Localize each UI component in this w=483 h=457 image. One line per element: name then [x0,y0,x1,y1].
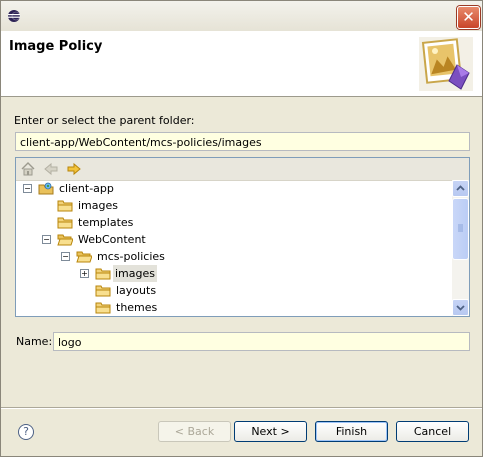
tree-item-client-app[interactable]: − client-app [16,180,452,197]
name-label: Name: [16,335,53,348]
folder-icon [57,200,73,212]
vertical-scrollbar[interactable] [452,180,469,316]
expand-toggle[interactable]: + [80,269,89,278]
tree-item-templates[interactable]: templates [16,214,452,231]
tree-item-label: WebContent [78,233,146,246]
chevron-down-icon [456,305,465,311]
folder-icon [95,285,111,297]
scroll-up-button[interactable] [452,180,469,197]
folder-open-icon [57,234,73,246]
scroll-down-button[interactable] [452,299,469,316]
back-icon[interactable] [43,161,59,177]
parent-folder-label: Enter or select the parent folder: [14,114,195,127]
cancel-button[interactable]: Cancel [396,421,469,442]
collapse-toggle[interactable]: − [61,252,70,261]
tree-item-label: mcs-policies [97,250,165,263]
collapse-toggle[interactable]: − [42,235,51,244]
folder-icon [95,302,111,314]
folder-open-icon [76,251,92,263]
page-title: Image Policy [9,39,103,54]
chevron-up-icon [456,185,465,191]
button-bar-separator [1,407,482,409]
tree-toolbar [16,158,469,181]
folder-icon [95,268,111,280]
close-button[interactable]: ✕ [457,6,480,29]
scroll-thumb[interactable] [452,198,469,260]
back-button[interactable]: < Back [158,421,231,442]
tree-view: − client-app images templates − WebConte… [16,180,452,316]
tree-item-label: layouts [116,284,157,297]
eclipse-icon [8,10,21,22]
tree-item-label: images [78,199,118,212]
tree-item-layouts[interactable]: layouts [16,282,452,299]
tree-item-label: client-app [59,182,114,195]
name-field[interactable]: logo [53,332,470,351]
forward-icon[interactable] [66,161,82,177]
grip-icon [458,224,463,232]
tree-item-label: images [113,265,157,282]
tree-item-label: templates [78,216,134,229]
tree-item-images[interactable]: images [16,197,452,214]
tree-item-mcs-policies[interactable]: − mcs-policies [16,248,452,265]
finish-button[interactable]: Finish [315,421,388,442]
help-icon[interactable]: ? [18,424,34,440]
wizard-window: ✕ Image Policy Enter or select the paren… [0,0,483,457]
project-icon [38,182,54,195]
image-policy-wizard-icon [419,37,473,91]
tree-item-themes[interactable]: themes [16,299,452,316]
tree-item-webcontent[interactable]: − WebContent [16,231,452,248]
parent-folder-field[interactable]: client-app/WebContent/mcs-policies/image… [15,132,470,151]
home-icon[interactable] [20,161,36,177]
title-bar: ✕ [1,1,482,31]
tree-item-images-selected[interactable]: + images [16,265,452,282]
wizard-banner: Image Policy [1,31,482,97]
folder-icon [57,217,73,229]
folder-tree[interactable]: − client-app images templates − WebConte… [15,157,470,317]
next-button[interactable]: Next > [234,421,307,442]
tree-item-label: themes [116,301,158,314]
collapse-toggle[interactable]: − [23,184,32,193]
